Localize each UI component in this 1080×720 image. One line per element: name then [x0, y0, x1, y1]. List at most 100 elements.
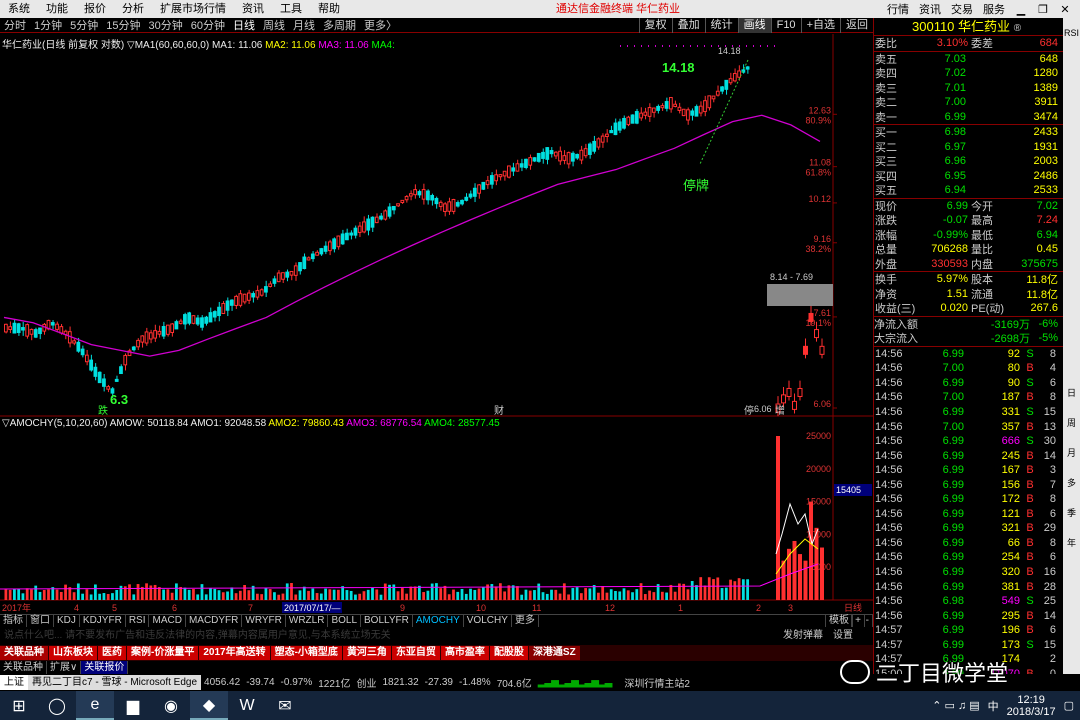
- side-tab[interactable]: RSI: [1063, 18, 1080, 48]
- taskview-icon[interactable]: ◯: [38, 691, 76, 720]
- period-tab-more[interactable]: 更多〉: [360, 17, 401, 33]
- windows-start-icon[interactable]: ⊞: [0, 691, 38, 720]
- side-tab[interactable]: [1063, 78, 1080, 108]
- side-tab[interactable]: [1063, 258, 1080, 288]
- ask-row[interactable]: 卖二 7.00 3911: [874, 95, 1063, 110]
- ind-tab-active[interactable]: AMOCHY: [413, 615, 464, 627]
- notification-icon[interactable]: ▢: [1064, 699, 1074, 712]
- ind-tab[interactable]: 指标: [0, 615, 27, 627]
- close-icon[interactable]: ✕: [1054, 3, 1076, 16]
- side-tab[interactable]: 季: [1063, 498, 1080, 528]
- bid-row[interactable]: 买五 6.94 2533: [874, 183, 1063, 198]
- board-tag[interactable]: 塑态-小箱型底: [270, 646, 342, 660]
- extend-tab[interactable]: 扩展∨: [47, 661, 82, 674]
- kline-chart[interactable]: 12.6380.9% 11.0861.8% 10.12 9.1638.2% 7.61 1 9…: [0, 34, 873, 614]
- overlay-button[interactable]: 叠加: [671, 18, 705, 33]
- board-tag[interactable]: 2017年高送转: [199, 646, 270, 660]
- ind-tab[interactable]: KDJYFR: [80, 615, 126, 627]
- template-button[interactable]: 模板: [825, 615, 853, 627]
- bid-row[interactable]: 买三 6.96 2003: [874, 154, 1063, 169]
- period-tab-daily[interactable]: 日线: [229, 17, 259, 33]
- restore-icon[interactable]: ❐: [1032, 3, 1054, 16]
- bid-row[interactable]: 买二 6.97 1931: [874, 140, 1063, 155]
- app-icon[interactable]: ◉: [152, 691, 190, 720]
- menu-news[interactable]: 资讯: [234, 0, 272, 18]
- tray-icons[interactable]: ⌃ ▭ ♫ ▤: [932, 699, 979, 712]
- side-tab[interactable]: [1063, 138, 1080, 168]
- ind-tab[interactable]: WRZLR: [286, 615, 329, 627]
- related-quote-tab[interactable]: 关联报价: [81, 661, 129, 674]
- word-icon[interactable]: W: [228, 691, 266, 720]
- side-tab[interactable]: [1063, 348, 1080, 378]
- menu-market[interactable]: 行情: [882, 1, 914, 17]
- side-tab[interactable]: [1063, 288, 1080, 318]
- chart-area[interactable]: 12.63 80.9% 11.08 61.8% 10.12 9.16 38.2% 7.61 1 9…: [0, 34, 873, 614]
- wechat-icon[interactable]: ✉: [266, 691, 304, 720]
- menu-function[interactable]: 功能: [38, 0, 76, 18]
- board-tag[interactable]: 高市盈率: [440, 646, 489, 660]
- add-watchlist-button[interactable]: +自选: [800, 18, 840, 33]
- indicator-name[interactable]: ▽AMOCHY(5,10,20,60): [2, 418, 108, 429]
- bid-row[interactable]: 买一 6.98 2433: [874, 125, 1063, 140]
- ind-tab[interactable]: BOLLYFR: [361, 615, 413, 627]
- menu-tools[interactable]: 工具: [272, 0, 310, 18]
- send-danmaku-button[interactable]: 发射弹幕: [783, 628, 823, 644]
- bid-row[interactable]: 买四 6.95 2486: [874, 169, 1063, 184]
- minimize-icon[interactable]: ▁: [1010, 3, 1032, 16]
- menu-quote[interactable]: 报价: [76, 0, 114, 18]
- board-tag[interactable]: 山东板块: [49, 646, 97, 660]
- edge-tab[interactable]: 再见二丁目c7 - 雪球 - Microsoft Edge: [28, 675, 202, 690]
- ask-row[interactable]: 卖一 6.99 3474: [874, 110, 1063, 125]
- side-tab[interactable]: [1063, 48, 1080, 78]
- tick-list[interactable]: 14:56 6.99 92 S 8 14:56 7.00 80 B 4 14:56 6.99 90 S 6 1…: [874, 345, 1063, 682]
- period-tab[interactable]: 15分钟: [102, 17, 144, 33]
- ind-tab[interactable]: 窗口: [27, 615, 54, 627]
- board-tag[interactable]: 深港通SZ: [528, 646, 580, 660]
- ind-tab[interactable]: RSI: [126, 615, 150, 627]
- draw-line-button[interactable]: 画线: [737, 18, 771, 33]
- ind-tab-more[interactable]: 更多: [512, 615, 539, 627]
- side-tab[interactable]: 多: [1063, 468, 1080, 498]
- menu-service[interactable]: 服务: [978, 1, 1010, 17]
- ask-row[interactable]: 卖三 7.01 1389: [874, 81, 1063, 96]
- period-tab[interactable]: 月线: [289, 17, 319, 33]
- period-tab[interactable]: 周线: [259, 17, 289, 33]
- side-tab[interactable]: 月: [1063, 438, 1080, 468]
- menu-extended-market[interactable]: 扩展市场行情: [152, 0, 234, 18]
- board-tag[interactable]: 黄河三角: [342, 646, 391, 660]
- ask-row[interactable]: 卖五 7.03 648: [874, 52, 1063, 67]
- explorer-icon[interactable]: ▆: [114, 691, 152, 720]
- period-tab[interactable]: 多周期: [319, 17, 360, 33]
- edge-icon[interactable]: e: [76, 691, 114, 720]
- period-tab[interactable]: 1分钟: [30, 17, 66, 33]
- side-tab[interactable]: [1063, 198, 1080, 228]
- danmaku-input[interactable]: 说点什么吧... 请不要发布广告和违反法律的内容,弹幕内容属用户意见,与本系统立…: [0, 630, 391, 641]
- ask-row[interactable]: 卖四 7.02 1280: [874, 66, 1063, 81]
- remove-window-button[interactable]: -: [863, 615, 873, 627]
- stats-button[interactable]: 统计: [704, 18, 738, 33]
- menu-trade[interactable]: 交易: [946, 1, 978, 17]
- settings-button[interactable]: 设置: [833, 628, 853, 644]
- side-tab[interactable]: [1063, 318, 1080, 348]
- board-tag[interactable]: 关联品种: [0, 646, 48, 660]
- board-tag[interactable]: 东亚自贸: [391, 646, 440, 660]
- side-tab[interactable]: 周: [1063, 408, 1080, 438]
- side-tab[interactable]: [1063, 108, 1080, 138]
- back-button[interactable]: 返回: [840, 18, 873, 33]
- ind-tab[interactable]: VOLCHY: [464, 615, 512, 627]
- side-tab[interactable]: [1063, 228, 1080, 258]
- menu-analysis[interactable]: 分析: [114, 0, 152, 18]
- server-status[interactable]: 深圳行情主站2: [624, 675, 690, 690]
- menu-info[interactable]: 资讯: [914, 1, 946, 17]
- menu-system[interactable]: 系统: [0, 0, 38, 18]
- menu-help[interactable]: 帮助: [310, 0, 348, 18]
- tdx-icon[interactable]: ◆: [190, 691, 228, 720]
- board-tag[interactable]: 案例-价涨量平: [127, 646, 199, 660]
- side-tab[interactable]: 年: [1063, 528, 1080, 558]
- ind-tab[interactable]: WRYFR: [242, 615, 286, 627]
- ime-indicator[interactable]: 中: [988, 698, 999, 714]
- ind-tab[interactable]: KDJ: [54, 615, 80, 627]
- side-tab[interactable]: [1063, 168, 1080, 198]
- ind-tab[interactable]: MACD: [149, 615, 186, 627]
- side-tab[interactable]: 日: [1063, 378, 1080, 408]
